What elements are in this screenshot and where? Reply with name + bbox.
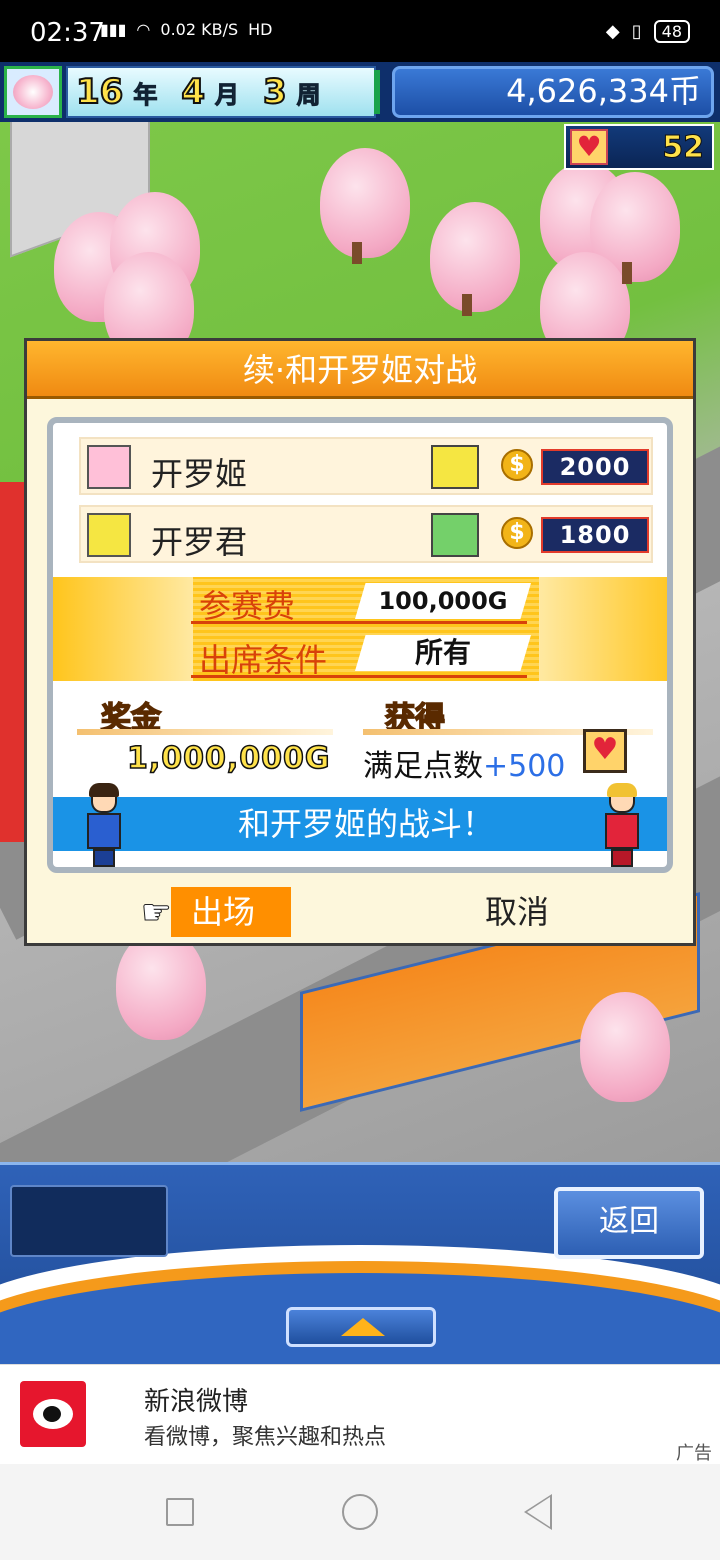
sprite-legs (611, 849, 633, 867)
status-left-icons: ▮▮▮ ◠ 0.02 KB/S HD (100, 20, 272, 39)
tree-trunk (622, 262, 632, 284)
opponent-row: 开罗姬 $ 2000 (79, 437, 653, 495)
battle-banner: 和开罗姬的战斗！ (53, 797, 667, 851)
sprite-legs (93, 849, 115, 867)
prize-value: 1,000,000G (126, 740, 331, 777)
year-value: 16 (75, 71, 124, 113)
dialog-title: 续·和开罗姬对战 (27, 341, 693, 399)
gain-text: 满足点数+500 (363, 741, 565, 785)
net-speed: 0.02 KB/S (160, 20, 239, 39)
heart-counter: ♥ 52 (564, 124, 714, 170)
bottom-panel: 返回 (0, 1162, 720, 1364)
month-unit: 月 (215, 80, 240, 109)
cherry-tree (116, 930, 206, 1040)
opponent-row: 开罗君 $ 1800 (79, 505, 653, 563)
money-display: 4,626,334币 (392, 66, 714, 118)
female-character-sprite (601, 783, 643, 867)
home-icon[interactable] (342, 1494, 378, 1530)
male-character-sprite (83, 783, 125, 867)
hd-label: HD (248, 20, 273, 39)
navigation-bar (0, 1464, 720, 1560)
status-right-icons: ◆ ▯ 48 (606, 20, 690, 43)
dialog-content: 开罗姬 $ 2000 开罗君 $ 1800 参赛费 100,000G 出席条件 … (47, 417, 673, 873)
band-fade-right (539, 577, 667, 681)
wifi-icon: ◠ (136, 20, 151, 39)
requirements-band: 参赛费 100,000G 出席条件 所有 (53, 577, 667, 681)
top-hud: 16 年 4 月 3 周 4,626,334币 (0, 62, 720, 122)
sprite-hair (607, 783, 637, 797)
season-icon[interactable] (4, 66, 62, 118)
ad-title: 新浪微博 (144, 1387, 249, 1417)
princess-avatar-icon (87, 445, 131, 489)
blossom-icon (13, 75, 53, 109)
heart-icon: ♥ (570, 129, 608, 165)
status-time: 02:37 (30, 18, 105, 48)
recent-apps-icon[interactable] (166, 1498, 194, 1526)
gain-bonus: +500 (483, 749, 566, 784)
back-button[interactable]: 返回 (554, 1187, 704, 1259)
pointing-hand-icon: ☛ (140, 893, 172, 934)
opponent-name: 开罗姬 (151, 455, 248, 493)
weibo-logo-icon (20, 1381, 86, 1447)
info-box (10, 1185, 168, 1257)
green-frog-icon (431, 513, 479, 557)
entry-fee-value: 100,000G (355, 583, 531, 619)
go-button-label: 出场 (171, 887, 291, 937)
game-icon: ◆ (605, 21, 620, 42)
sprite-hair (89, 783, 119, 797)
prize-underline (77, 729, 333, 735)
sprite-body (87, 813, 121, 849)
gain-label-text: 满足点数 (363, 749, 483, 784)
signal-icon: ▮▮▮ (100, 20, 127, 39)
vibrate-icon: ▯ (631, 21, 642, 42)
tree-trunk (352, 242, 362, 264)
opponent-name: 开罗君 (151, 523, 248, 561)
battle-dialog: 续·和开罗姬对战 开罗姬 $ 2000 开罗君 $ 1800 参赛费 100,0… (24, 338, 696, 946)
cherry-tree (580, 992, 670, 1102)
week-value: 3 (262, 71, 288, 113)
expand-menu-button[interactable] (286, 1307, 436, 1347)
back-icon[interactable] (524, 1494, 552, 1530)
status-bar: 02:37 ▮▮▮ ◠ 0.02 KB/S HD ◆ ▯ 48 (0, 0, 720, 62)
opponent-score: 2000 (541, 449, 649, 485)
cherry-tree (320, 148, 410, 258)
yellow-mascot-avatar-icon (87, 513, 131, 557)
tree-trunk (462, 294, 472, 316)
band-fade-left (53, 577, 193, 681)
cancel-button[interactable]: 取消 (447, 887, 587, 937)
opponent-score: 1800 (541, 517, 649, 553)
ad-banner[interactable]: 新浪微博 看微博，聚焦兴趣和热点 广告 (0, 1364, 720, 1464)
cherry-tree (430, 202, 520, 312)
condition-underline (191, 675, 527, 678)
heart-value: 52 (662, 130, 705, 166)
coin-icon: $ (501, 517, 533, 549)
game-date: 16 年 4 月 3 周 (66, 66, 376, 118)
month-value: 4 (180, 71, 206, 113)
condition-value: 所有 (355, 635, 531, 671)
year-unit: 年 (133, 80, 158, 109)
go-button[interactable]: 出场 ☛ (140, 887, 291, 937)
battery-icon: 48 (653, 20, 690, 43)
ad-subtitle: 看微博，聚焦兴趣和热点 (144, 1425, 387, 1450)
coin-icon: $ (501, 449, 533, 481)
weibo-eye-icon (33, 1399, 73, 1429)
sprite-body (605, 813, 639, 849)
ad-tag: 广告 (676, 1443, 712, 1464)
week-unit: 周 (296, 80, 321, 109)
chevron-up-icon (341, 1318, 385, 1336)
heart-icon: ♥ (583, 729, 627, 773)
yellow-mascot-icon (431, 445, 479, 489)
hud-divider (374, 70, 380, 114)
fee-underline (191, 621, 527, 624)
